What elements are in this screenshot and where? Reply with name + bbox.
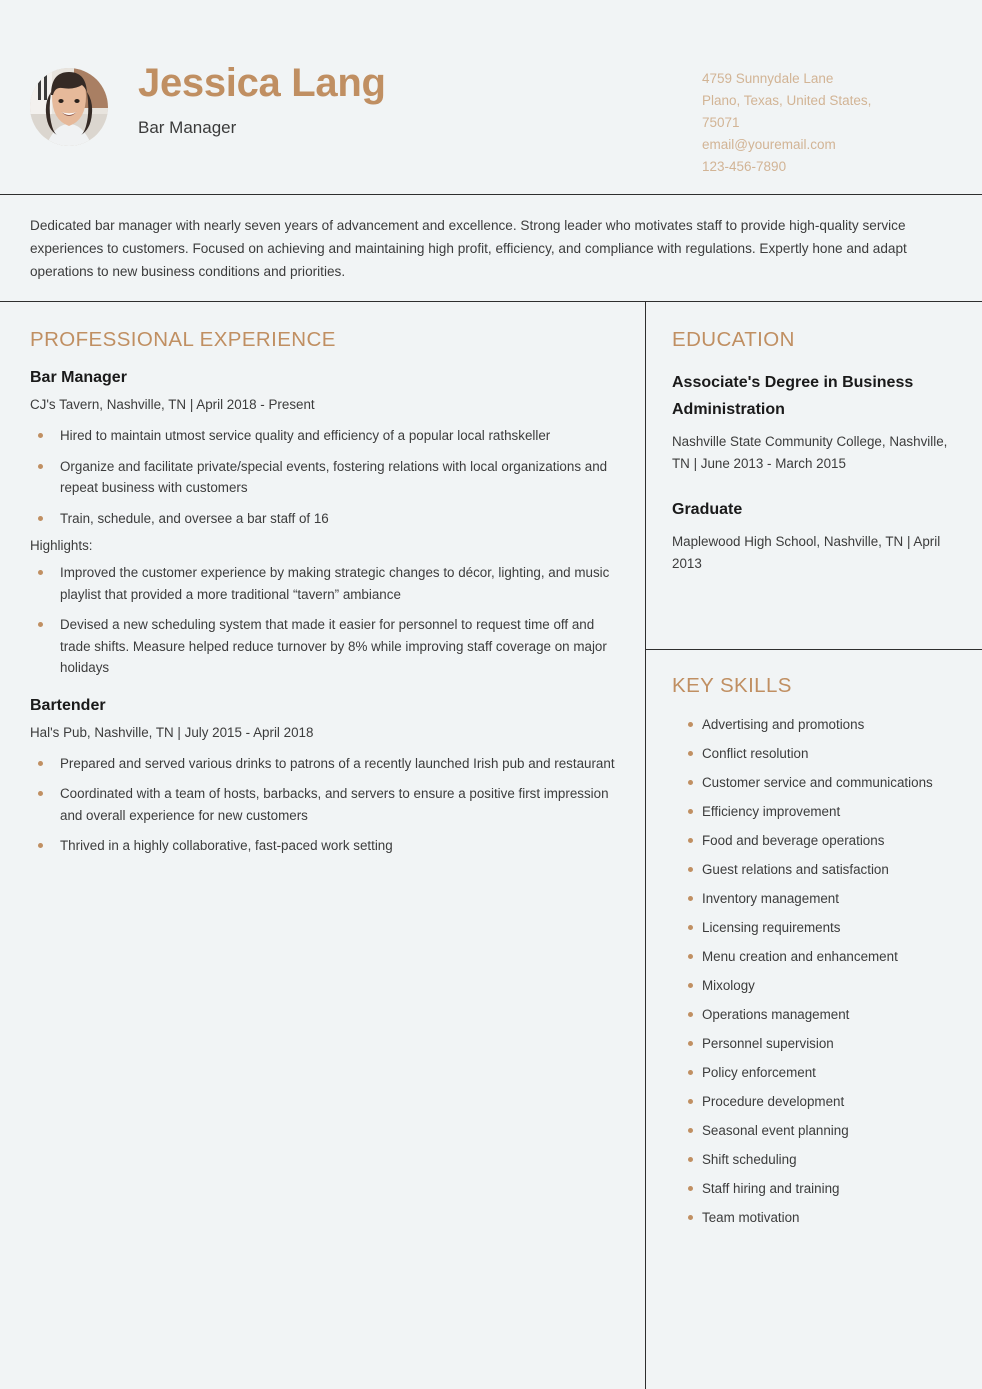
summary-text: Dedicated bar manager with nearly seven … <box>30 218 907 279</box>
name-block: Jessica Lang Bar Manager <box>138 62 386 138</box>
skill-item: Menu creation and enhancement <box>672 947 954 966</box>
skill-item: Staff hiring and training <box>672 1179 954 1198</box>
skill-item: Food and beverage operations <box>672 831 954 850</box>
skills-list: Advertising and promotions Conflict reso… <box>672 715 954 1227</box>
skill-item: Advertising and promotions <box>672 715 954 734</box>
skill-item: Procedure development <box>672 1092 954 1111</box>
job-bullet: Thrived in a highly collaborative, fast-… <box>30 835 617 857</box>
experience-column: PROFESSIONAL EXPERIENCE Bar Manager CJ's… <box>0 302 646 1389</box>
skill-item: Personnel supervision <box>672 1034 954 1053</box>
job-bullet: Hired to maintain utmost service quality… <box>30 425 617 447</box>
education-meta: Maplewood High School, Nashville, TN | A… <box>672 534 941 571</box>
contact-phone: 123-456-7890 <box>702 159 787 174</box>
resume-header: Jessica Lang Bar Manager 4759 Sunnydale … <box>0 0 982 195</box>
skill-item: Operations management <box>672 1005 954 1024</box>
contact-address-line3: 75071 <box>702 115 740 130</box>
skill-item: Guest relations and satisfaction <box>672 860 954 879</box>
skills-section: KEY SKILLS Advertising and promotions Co… <box>646 650 982 1257</box>
avatar <box>30 68 108 146</box>
job-highlight-list: Improved the customer experience by maki… <box>30 562 617 679</box>
job-bullet: Train, schedule, and oversee a bar staff… <box>30 508 617 530</box>
skill-item: Licensing requirements <box>672 918 954 937</box>
contact-address-line1: 4759 Sunnydale Lane <box>702 71 834 86</box>
job-position: Bartender <box>30 696 106 714</box>
skill-item: Shift scheduling <box>672 1150 954 1169</box>
skills-section-title: KEY SKILLS <box>672 674 792 697</box>
education-degree: Associate's Degree in Business Administr… <box>672 374 914 418</box>
highlights-label: Highlights: <box>30 538 93 553</box>
header-identity: Jessica Lang Bar Manager <box>30 0 702 146</box>
job-bullet: Prepared and served various drinks to pa… <box>30 753 617 775</box>
job-highlight: Devised a new scheduling system that mad… <box>30 614 617 679</box>
sidebar-column: EDUCATION Associate's Degree in Business… <box>646 302 982 1389</box>
experience-job: Bar Manager CJ's Tavern, Nashville, TN |… <box>30 369 617 679</box>
job-position: Bar Manager <box>30 369 127 386</box>
candidate-name: Jessica Lang <box>138 61 386 105</box>
experience-section-title: PROFESSIONAL EXPERIENCE <box>30 328 336 351</box>
education-section-title: EDUCATION <box>672 328 795 351</box>
job-meta: CJ's Tavern, Nashville, TN | April 2018 … <box>30 397 315 412</box>
skill-item: Team motivation <box>672 1208 954 1227</box>
job-meta: Hal's Pub, Nashville, TN | July 2015 - A… <box>30 724 314 740</box>
education-meta: Nashville State Community College, Nashv… <box>672 434 948 471</box>
contact-address-line2: Plano, Texas, United States, <box>702 93 872 108</box>
job-bullet-list: Prepared and served various drinks to pa… <box>30 753 617 857</box>
candidate-job-title: Bar Manager <box>138 118 237 137</box>
education-degree: Graduate <box>672 501 743 518</box>
skill-item: Seasonal event planning <box>672 1121 954 1140</box>
skill-item: Inventory management <box>672 889 954 908</box>
contact-block: 4759 Sunnydale Lane Plano, Texas, United… <box>702 0 952 178</box>
resume-page: Jessica Lang Bar Manager 4759 Sunnydale … <box>0 0 982 1389</box>
job-bullet: Organize and facilitate private/special … <box>30 456 617 499</box>
job-highlight: Improved the customer experience by maki… <box>30 562 617 605</box>
education-item: Associate's Degree in Business Administr… <box>672 369 954 474</box>
profile-photo-icon <box>30 68 108 146</box>
skill-item: Efficiency improvement <box>672 802 954 821</box>
experience-job: Bartender Hal's Pub, Nashville, TN | Jul… <box>30 697 617 857</box>
education-item: Graduate Maplewood High School, Nashvill… <box>672 496 954 574</box>
summary-section: Dedicated bar manager with nearly seven … <box>0 195 982 302</box>
skill-item: Customer service and communications <box>672 773 954 792</box>
job-bullet-list: Hired to maintain utmost service quality… <box>30 425 617 529</box>
resume-body: PROFESSIONAL EXPERIENCE Bar Manager CJ's… <box>0 302 982 1389</box>
education-section: EDUCATION Associate's Degree in Business… <box>646 302 982 650</box>
job-bullet: Coordinated with a team of hosts, barbac… <box>30 783 617 826</box>
skill-item: Conflict resolution <box>672 744 954 763</box>
skill-item: Policy enforcement <box>672 1063 954 1082</box>
contact-email: email@youremail.com <box>702 137 836 152</box>
skill-item: Mixology <box>672 976 954 995</box>
